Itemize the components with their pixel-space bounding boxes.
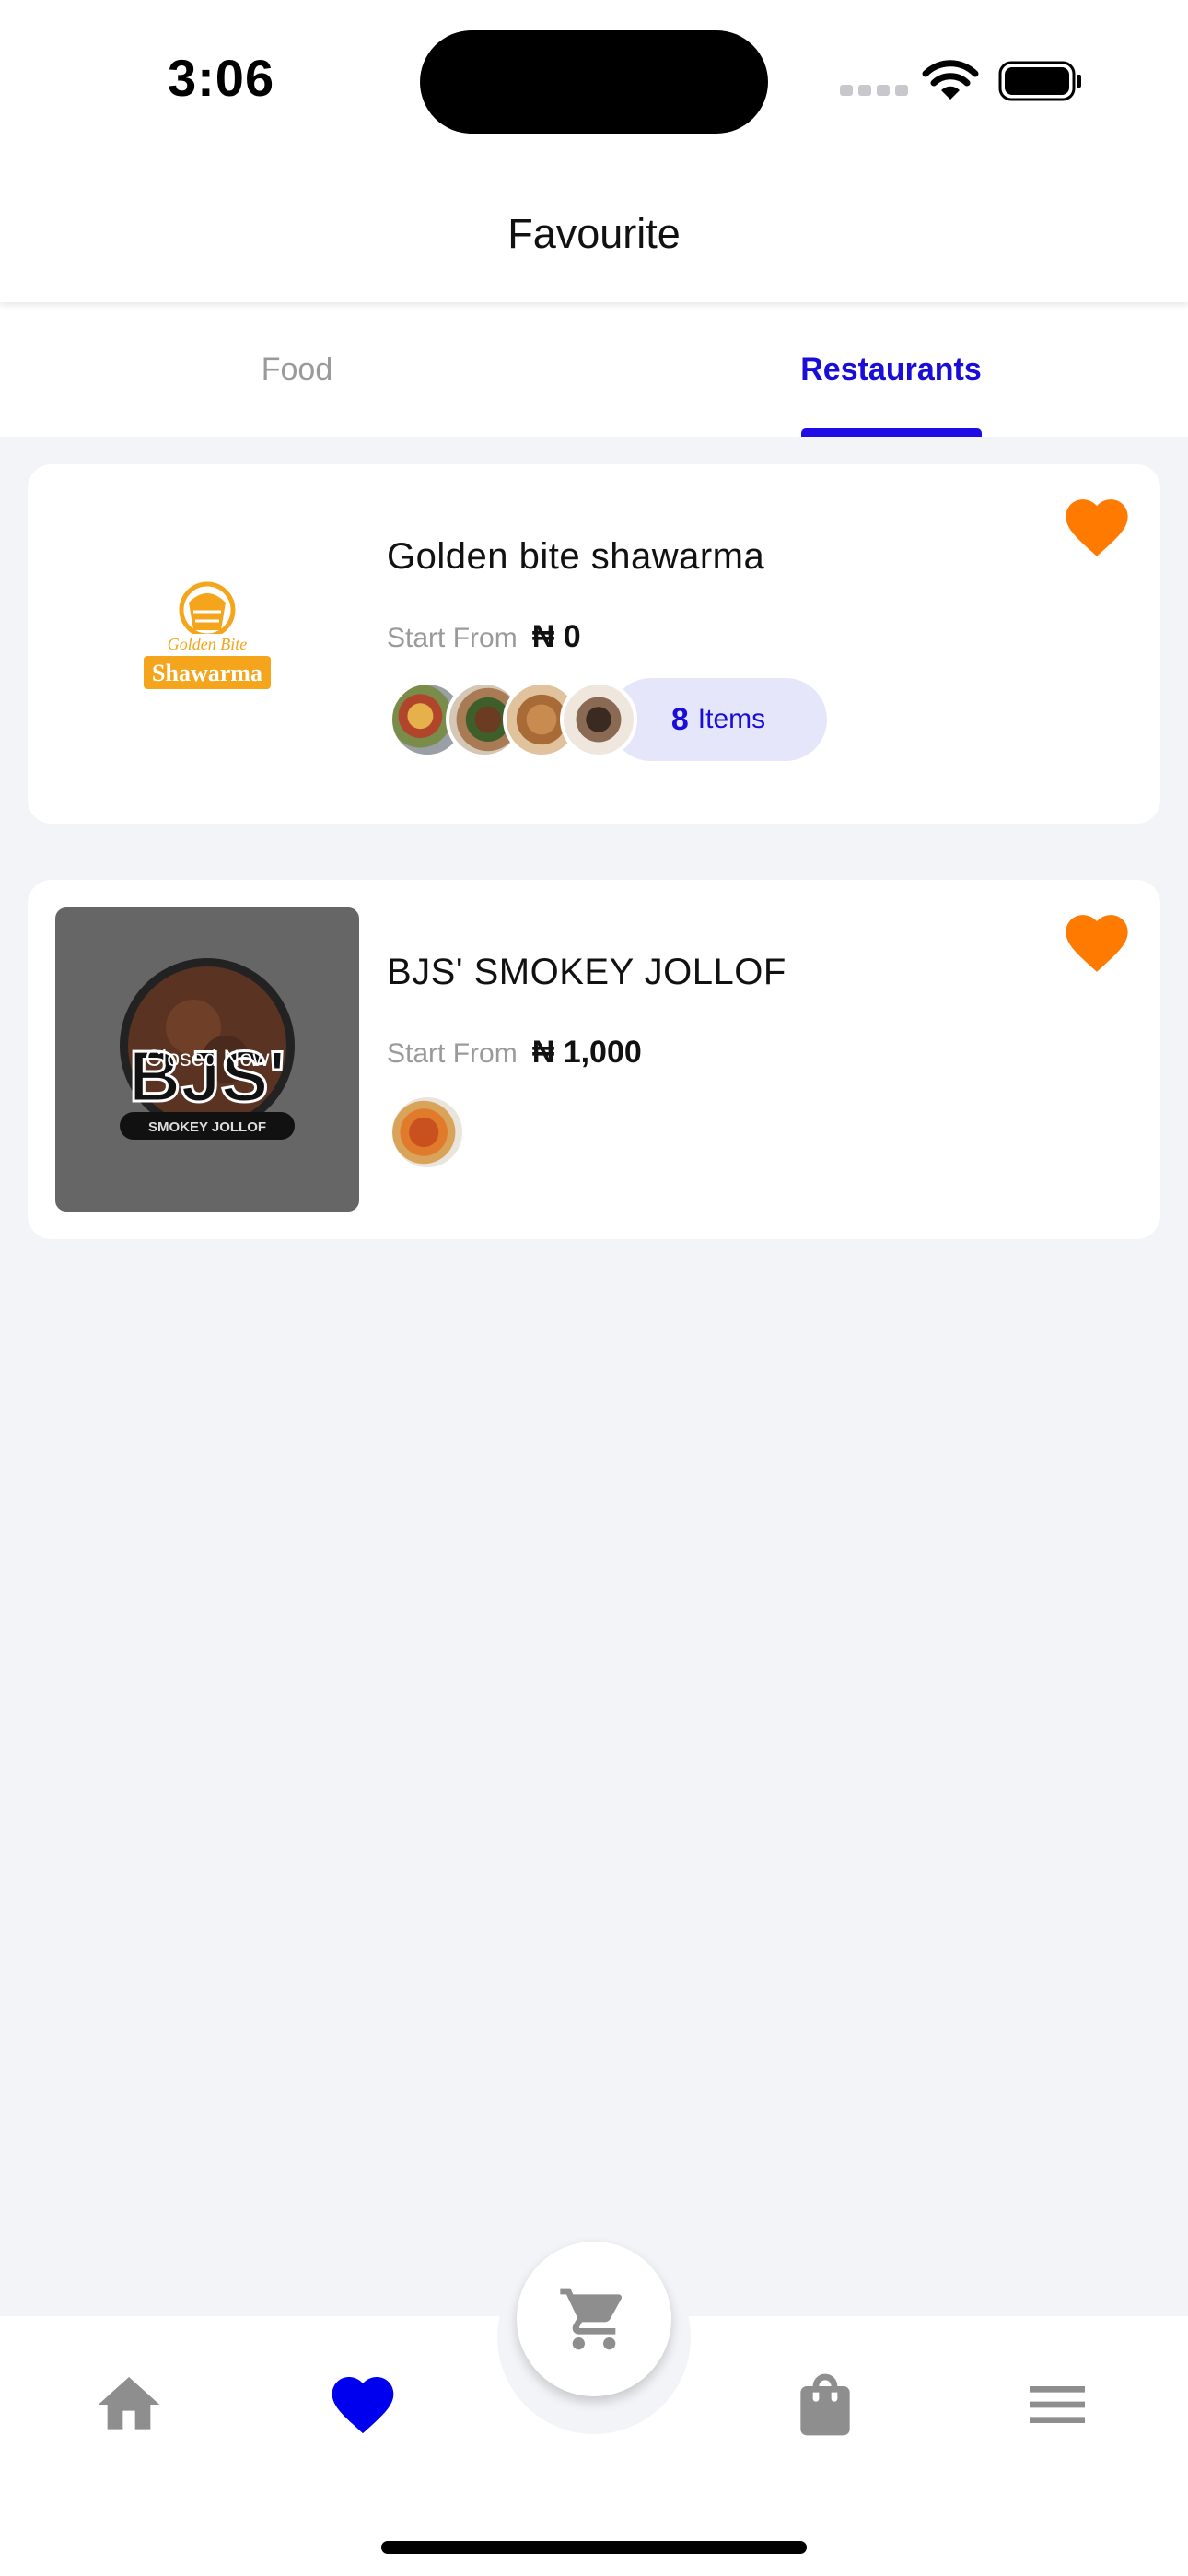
restaurant-card[interactable]: Golden Bite Shawarma Golden bite shawarm… (28, 464, 1160, 824)
favorite-heart-icon[interactable] (1059, 490, 1135, 558)
logo-text-sub: SMOKEY JOLLOF (148, 1119, 266, 1135)
closed-now-label: Closed Now (145, 1046, 270, 1071)
food-thumbnails: 8 Items (389, 678, 827, 761)
golden-bite-logo: Golden Bite Shawarma (144, 581, 271, 689)
items-count-pill[interactable]: 8 Items (610, 678, 827, 761)
tab-restaurants[interactable]: Restaurants (594, 302, 1188, 437)
start-from-label: Start From (387, 623, 518, 653)
active-tab-indicator (801, 428, 982, 437)
price-row: Start From ₦ 1,000 (387, 1035, 642, 1071)
dynamic-island (420, 30, 768, 134)
tab-bar: Food Restaurants (0, 302, 1188, 437)
restaurant-name: Golden bite shawarma (387, 536, 765, 577)
wifi-icon (922, 60, 979, 100)
logo-text-bottom: Shawarma (152, 660, 262, 686)
app-header: Favourite (0, 157, 1188, 302)
heart-icon[interactable] (326, 2368, 400, 2441)
battery-icon (998, 61, 1081, 101)
restaurant-name: BJS' SMOKEY JOLLOF (387, 952, 786, 992)
food-thumbnail (389, 1094, 466, 1171)
cellular-signal-icon (840, 85, 908, 96)
home-icon[interactable] (92, 2368, 166, 2441)
favorite-heart-icon[interactable] (1059, 906, 1135, 974)
start-from-label: Start From (387, 1038, 518, 1069)
bag-icon[interactable] (788, 2368, 862, 2441)
price-row: Start From ₦ 0 (387, 619, 581, 655)
home-indicator (381, 2541, 807, 2554)
cart-button[interactable] (517, 2242, 671, 2396)
status-time: 3:06 (168, 49, 275, 107)
cart-icon (560, 2288, 623, 2350)
page-title: Favourite (507, 210, 681, 257)
logo-text-top: Golden Bite (168, 635, 247, 653)
restaurant-card[interactable]: BJS' SMOKEY JOLLOF Closed Now BJS' SMOKE… (28, 880, 1160, 1239)
start-price: ₦ 1,000 (531, 1035, 642, 1070)
status-bar: 3:06 (0, 0, 1188, 157)
menu-icon[interactable] (1020, 2368, 1094, 2441)
food-thumbnail (560, 681, 637, 758)
start-price: ₦ 0 (531, 619, 581, 654)
food-thumbnails (389, 1094, 466, 1171)
restaurant-image-closed: BJS' SMOKEY JOLLOF Closed Now (55, 907, 359, 1212)
items-label: Items (697, 704, 766, 734)
items-count: 8 (670, 701, 689, 737)
tab-food[interactable]: Food (0, 302, 594, 437)
